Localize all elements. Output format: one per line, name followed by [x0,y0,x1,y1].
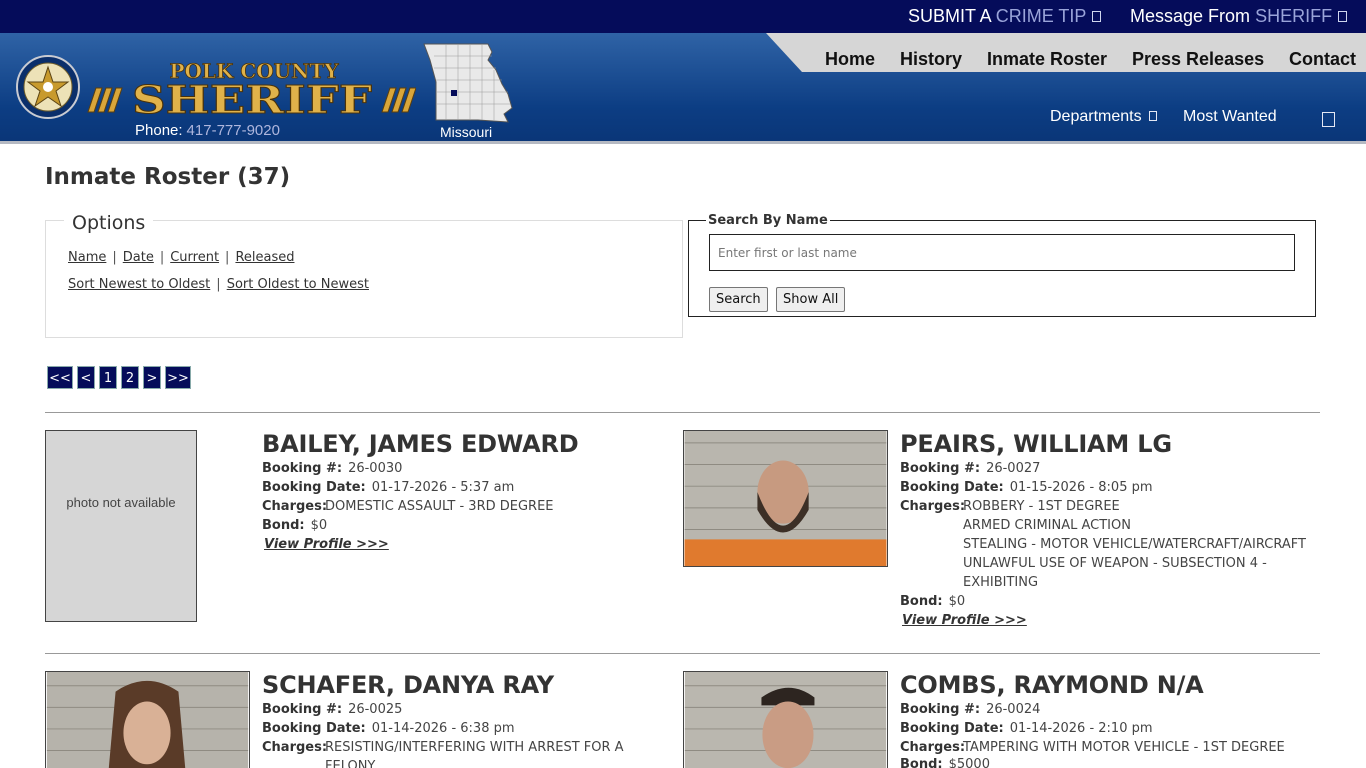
sheriff-badge-icon[interactable] [16,55,80,119]
tip-highlight: CRIME TIP [995,6,1087,26]
inmate-mugshot[interactable] [683,430,888,567]
charge-item: STEALING - MOTOR VEHICLE/WATERCRAFT/AIRC… [963,537,1306,552]
dropdown-icon [1148,111,1157,121]
charge-item: DOMESTIC ASSAULT - 3RD DEGREE [325,499,554,514]
message-from-sheriff-link[interactable]: Message From SHERIFF [1130,6,1348,27]
search-button[interactable]: Search [709,287,768,312]
sort-by-date-link[interactable]: Date [123,250,154,265]
sheriff-logo[interactable]: POLK COUNTY SHERIFF [86,58,416,116]
charge-item: ARMED CRIMINAL ACTION [963,518,1131,533]
pager-prev[interactable]: < [77,366,95,389]
charges-label: Charges: [900,499,966,514]
search-input[interactable] [709,234,1295,271]
page-title: Inmate Roster (37) [45,164,291,190]
inmate-name: SCHAFER, DANYA RAY [262,671,554,699]
filter-current-link[interactable]: Current [170,250,219,265]
filter-released-link[interactable]: Released [235,250,294,265]
view-profile-link[interactable]: View Profile >>> [264,537,389,552]
menu-icon[interactable] [1322,112,1335,127]
msg-highlight: SHERIFF [1255,6,1333,26]
nav-home[interactable]: Home [825,49,875,70]
missouri-map-icon [423,43,513,123]
phone-label: Phone: [135,122,183,139]
charge-item: TAMPERING WITH MOTOR VEHICLE - 1ST DEGRE… [963,740,1285,755]
booking-date: Booking Date: 01-14-2026 - 6:38 pm [262,721,515,736]
nav-history[interactable]: History [900,49,962,70]
sort-by-name-link[interactable]: Name [68,250,106,265]
search-legend: Search By Name [706,213,830,228]
list-divider [45,412,1320,413]
top-utility-bar: SUBMIT A CRIME TIP Message From SHERIFF [0,0,1366,33]
pager-next[interactable]: > [143,366,161,389]
charge-item: UNLAWFUL USE OF WEAPON - SUBSECTION 4 - … [963,556,1267,590]
view-profile-link[interactable]: View Profile >>> [902,613,1027,628]
sort-newest-link[interactable]: Sort Newest to Oldest [68,277,210,292]
inmate-name: PEAIRS, WILLIAM LG [900,430,1172,458]
charge-item: ROBBERY - 1ST DEGREE [963,499,1120,514]
booking-date: Booking Date: 01-14-2026 - 2:10 pm [900,721,1153,736]
options-legend: Options [64,212,154,234]
tip-prefix: SUBMIT A [908,6,991,26]
booking-date: Booking Date: 01-15-2026 - 8:05 pm [900,480,1153,495]
phone-number-link[interactable]: 417-777-9020 [187,122,280,139]
charges-list: ROBBERY - 1ST DEGREE ARMED CRIMINAL ACTI… [963,497,1323,592]
inmate-name: COMBS, RAYMOND N/A [900,671,1204,699]
booking-number: Booking #: 26-0030 [262,461,403,476]
nav-contact[interactable]: Contact [1289,49,1356,70]
sort-oldest-link[interactable]: Sort Oldest to Newest [227,277,369,292]
charge-item: RESISTING/INTERFERING WITH ARREST FOR A … [325,740,624,768]
nav-departments-dropdown[interactable]: Departments [1050,108,1157,126]
external-link-icon [1092,11,1102,22]
booking-date: Booking Date: 01-17-2026 - 5:37 am [262,480,515,495]
inmate-photo-placeholder[interactable]: photo not available [45,430,197,622]
submit-crime-tip-link[interactable]: SUBMIT A CRIME TIP [908,6,1102,27]
show-all-button[interactable]: Show All [776,287,846,312]
bond: Bond: $0 [900,594,966,609]
booking-number: Booking #: 26-0024 [900,702,1041,717]
pager-last[interactable]: >> [165,366,191,389]
nav-inmate-roster[interactable]: Inmate Roster [987,49,1107,70]
charges-list: RESISTING/INTERFERING WITH ARREST FOR A … [325,738,635,768]
logo-bottom-text: SHERIFF [132,77,372,116]
sort-order-links: Sort Newest to Oldest | Sort Oldest to New… [68,277,369,292]
state-label: Missouri [440,124,493,140]
external-link-icon [1338,11,1348,22]
pager-page-2[interactable]: 2 [121,366,139,389]
photo-unavailable-text: photo not available [66,495,176,510]
header-divider [0,141,1366,144]
charges-list: TAMPERING WITH MOTOR VEHICLE - 1ST DEGRE… [963,738,1323,757]
bond: Bond: $5000 [900,757,990,768]
list-divider [45,653,1320,654]
inmate-mugshot[interactable] [45,671,250,768]
inmate-name: BAILEY, JAMES EDWARD [262,430,579,458]
pager-page-1[interactable]: 1 [99,366,117,389]
sort-field-links: Name | Date | Current | Released [68,250,295,265]
msg-prefix: Message From [1130,6,1251,26]
booking-number: Booking #: 26-0025 [262,702,403,717]
charges-label: Charges: [262,499,328,514]
inmate-mugshot[interactable] [683,671,888,768]
charges-label: Charges: [262,740,328,755]
pager-first[interactable]: << [47,366,73,389]
phone-contact: Phone: 417-777-9020 [135,122,280,139]
nav-most-wanted[interactable]: Most Wanted [1183,108,1277,126]
departments-label: Departments [1050,108,1142,125]
bond: Bond: $0 [262,518,328,533]
charges-list: DOMESTIC ASSAULT - 3RD DEGREE [325,497,685,516]
booking-number: Booking #: 26-0027 [900,461,1041,476]
nav-press-releases[interactable]: Press Releases [1132,49,1264,70]
